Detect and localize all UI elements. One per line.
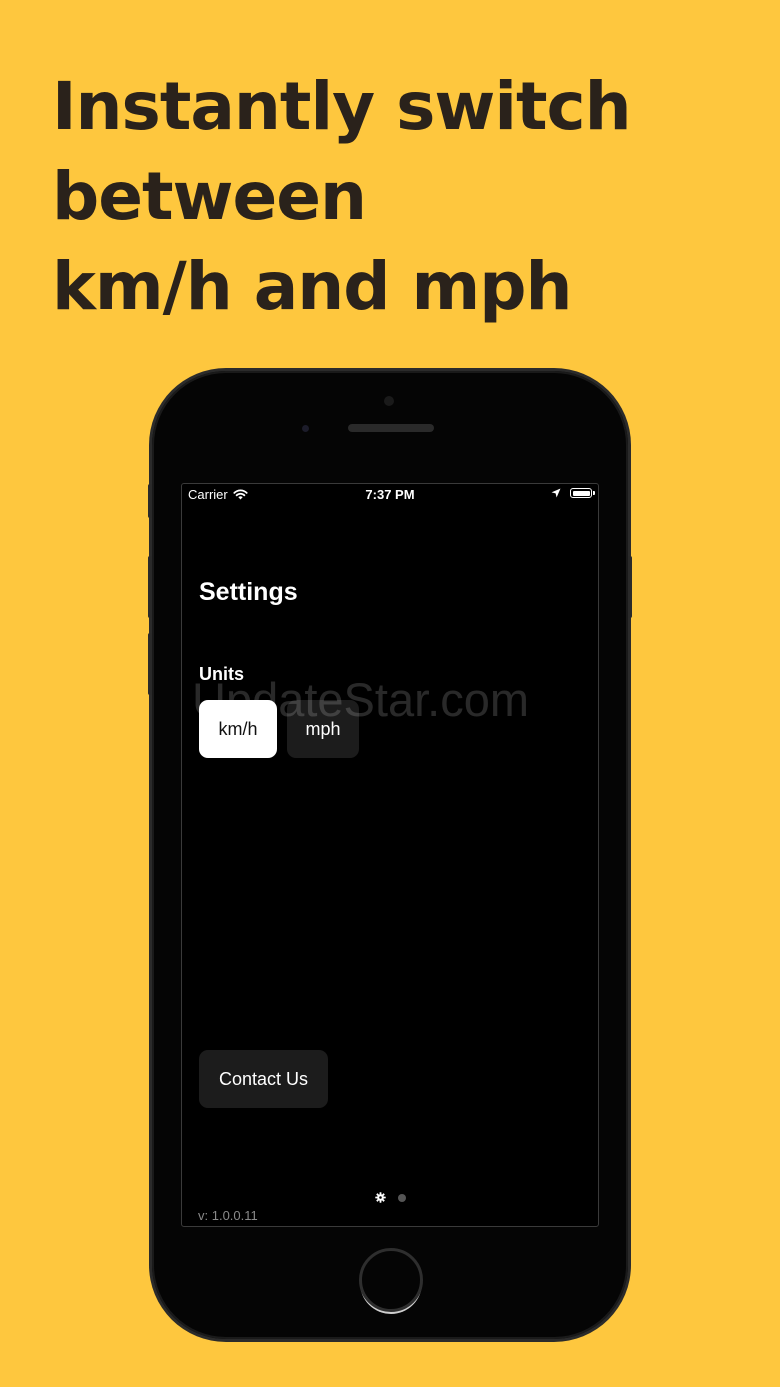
page-dot-2[interactable] <box>397 1193 406 1202</box>
gear-icon[interactable] <box>374 1192 386 1203</box>
phone-frame: Carrier 7:37 PM Settings Units km/h mph … <box>148 371 632 1339</box>
status-bar: Carrier 7:37 PM <box>182 484 598 506</box>
version-label: v: 1.0.0.11 <box>198 1208 258 1223</box>
front-camera <box>384 396 394 406</box>
proximity-sensor <box>302 425 309 432</box>
headline-line-1: Instantly switch <box>52 68 632 145</box>
status-right-group <box>551 488 595 498</box>
headline: Instantly switch between km/h and mph <box>52 62 632 332</box>
status-time: 7:37 PM <box>365 487 415 502</box>
battery-icon <box>570 488 595 498</box>
units-section-label: Units <box>199 664 244 684</box>
power-button <box>628 556 632 618</box>
volume-up-button <box>148 556 152 618</box>
home-button[interactable] <box>359 1248 423 1312</box>
phone-screen: Carrier 7:37 PM Settings Units km/h mph … <box>181 483 599 1227</box>
mute-switch <box>148 484 152 518</box>
page-title: Settings <box>199 578 298 606</box>
headline-line-2: between <box>52 158 367 235</box>
contact-us-button[interactable]: Contact Us <box>199 1050 328 1108</box>
unit-kmh-button[interactable]: km/h <box>199 700 277 758</box>
volume-down-button <box>148 633 152 695</box>
location-arrow-icon <box>551 488 561 498</box>
page-indicator[interactable] <box>182 1192 598 1203</box>
headline-line-3: km/h and mph <box>52 248 572 325</box>
unit-mph-button[interactable]: mph <box>287 700 359 758</box>
earpiece-speaker <box>348 424 434 432</box>
